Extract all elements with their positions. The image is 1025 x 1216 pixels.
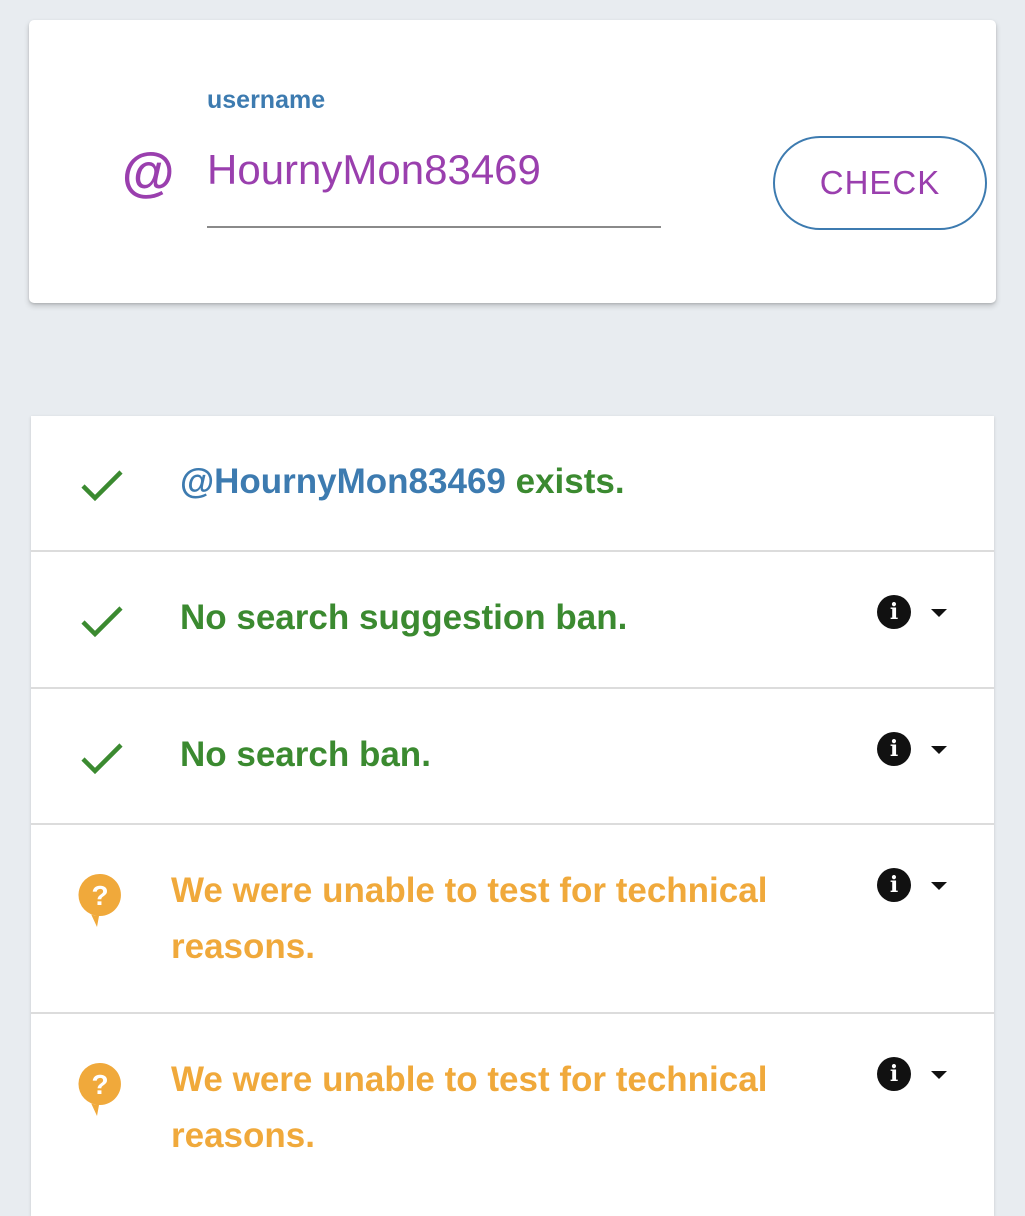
- results-card: @HournyMon83469 exists. No search sugges…: [31, 416, 994, 1216]
- info-icon[interactable]: i: [877, 1057, 911, 1091]
- result-text: No search suggestion ban.: [180, 598, 628, 637]
- info-icon[interactable]: i: [877, 868, 911, 902]
- username-input[interactable]: [207, 140, 659, 200]
- input-underline: [207, 226, 661, 228]
- check-icon: [81, 743, 123, 775]
- result-row-technical-test-1: ? We were unable to test for technical r…: [31, 825, 994, 1014]
- check-icon: [81, 606, 123, 638]
- info-icon[interactable]: i: [877, 595, 911, 629]
- caret-down-icon[interactable]: [931, 1071, 947, 1079]
- svg-text:?: ?: [91, 880, 108, 911]
- caret-down-icon[interactable]: [931, 746, 947, 754]
- at-sign-icon: @: [121, 143, 174, 203]
- exists-text: exists.: [505, 462, 625, 501]
- result-row-search-suggestion-ban: No search suggestion ban. i: [31, 552, 994, 689]
- result-text: We were unable to test for technical rea…: [171, 1060, 768, 1155]
- question-icon: ?: [78, 1062, 121, 1116]
- check-icon: [81, 470, 123, 502]
- result-row-exists: @HournyMon83469 exists.: [31, 416, 994, 552]
- info-icon[interactable]: i: [877, 732, 911, 766]
- username-handle: @HournyMon83469: [180, 462, 506, 501]
- username-search-card: @ username CHECK: [29, 20, 996, 303]
- result-row-technical-test-2: ? We were unable to test for technical r…: [31, 1014, 994, 1214]
- caret-down-icon[interactable]: [931, 882, 947, 890]
- result-row-search-ban: No search ban. i: [31, 689, 994, 825]
- caret-down-icon[interactable]: [931, 609, 947, 617]
- result-text: We were unable to test for technical rea…: [171, 871, 768, 966]
- username-label: username: [207, 86, 326, 114]
- check-button[interactable]: CHECK: [773, 136, 987, 230]
- question-icon: ?: [78, 873, 121, 927]
- svg-text:?: ?: [91, 1069, 108, 1100]
- result-text: @HournyMon83469 exists.: [180, 454, 800, 510]
- result-text: No search ban.: [180, 735, 431, 774]
